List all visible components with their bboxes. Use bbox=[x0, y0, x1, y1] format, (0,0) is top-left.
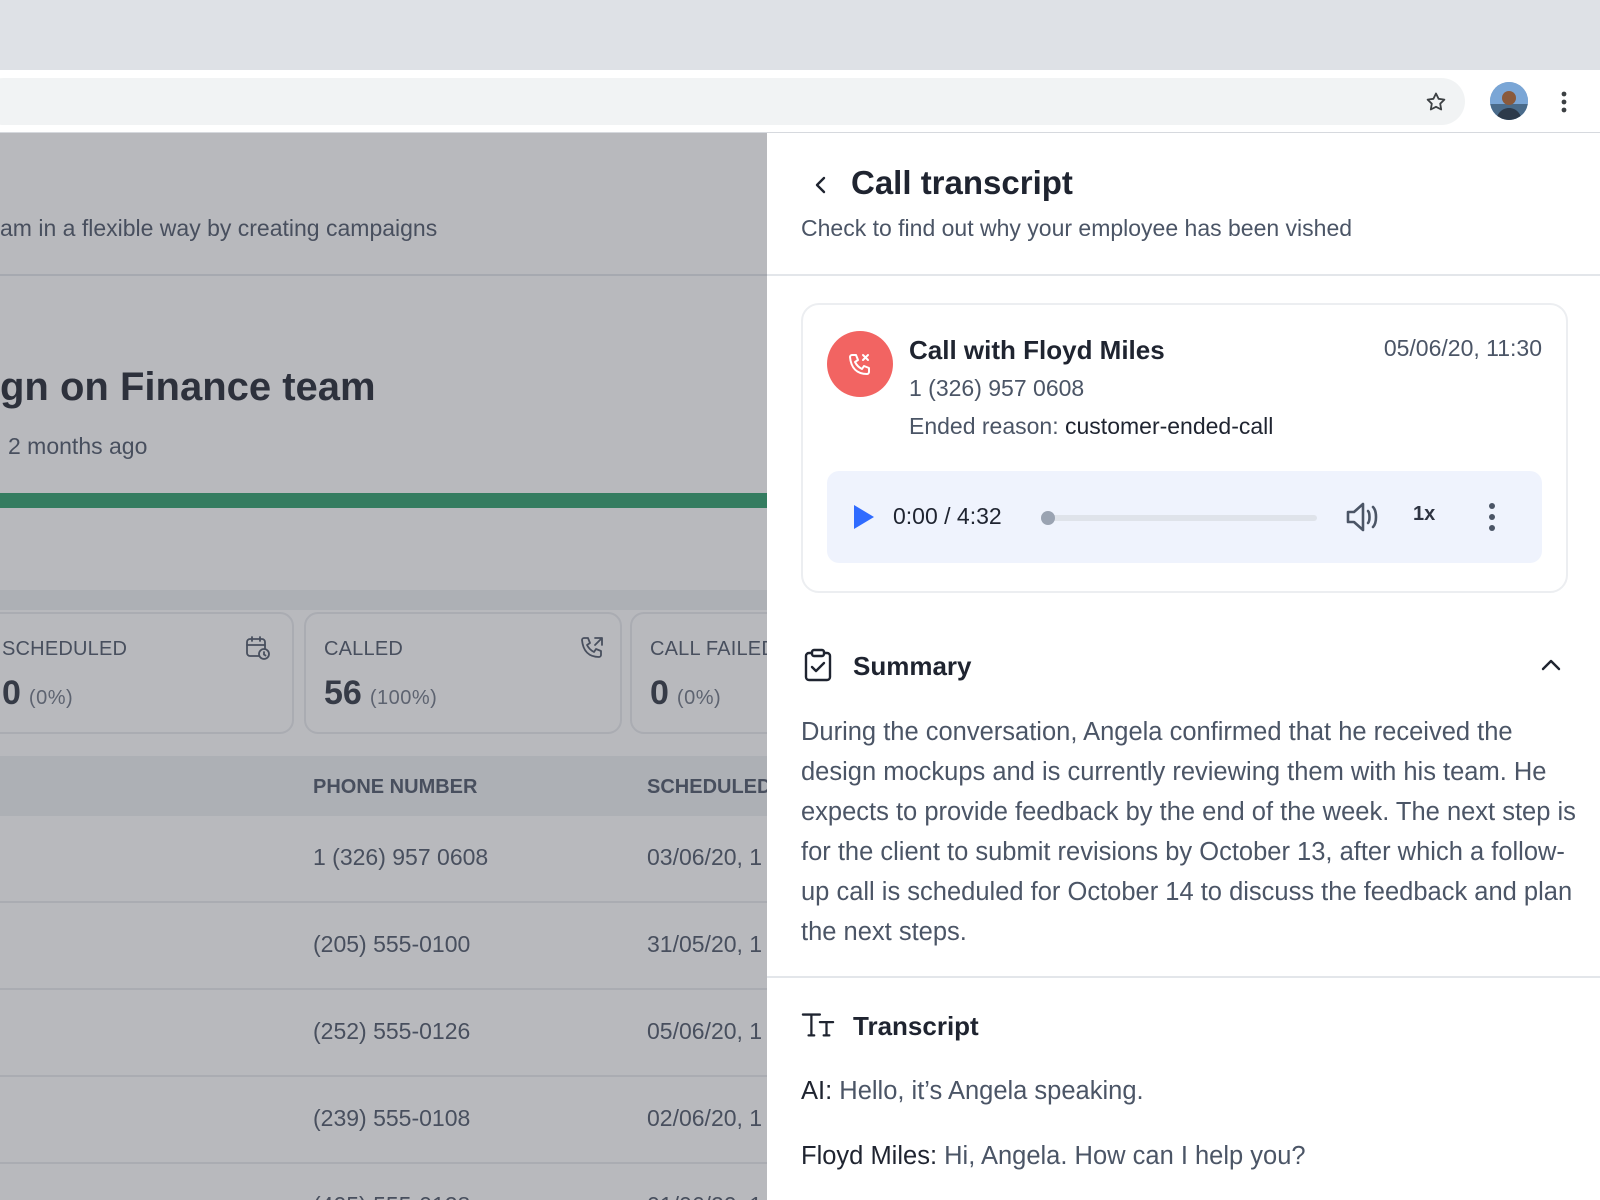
browser-toolbar bbox=[0, 70, 1600, 133]
call-ended-reason: Ended reason: customer-ended-call bbox=[909, 413, 1274, 439]
text-size-icon bbox=[801, 1007, 835, 1041]
drawer-divider bbox=[767, 274, 1600, 276]
speaker-name: Floyd Miles: bbox=[801, 1142, 938, 1170]
volume-icon[interactable] bbox=[1343, 497, 1383, 537]
drawer-title: Call transcript bbox=[851, 164, 1073, 201]
modal-backdrop[interactable] bbox=[0, 133, 767, 1200]
bookmark-star-icon[interactable] bbox=[1420, 86, 1452, 118]
transcript-line: Floyd Miles: Hi, Angela. How can I help … bbox=[801, 1142, 1306, 1171]
back-chevron-icon[interactable] bbox=[805, 169, 837, 201]
clipboard-check-icon bbox=[801, 648, 835, 682]
call-transcript-drawer: Call transcript Check to find out why yo… bbox=[767, 133, 1600, 1200]
summary-text: During the conversation, Angela confirme… bbox=[801, 718, 1576, 946]
section-divider bbox=[767, 976, 1600, 978]
call-datetime: 05/06/20, 11:30 bbox=[1383, 335, 1542, 361]
player-more-icon[interactable] bbox=[1477, 499, 1507, 535]
call-contact-name: Call with Floyd Miles bbox=[909, 335, 1165, 365]
transcript-title: Transcript bbox=[853, 1011, 979, 1041]
browser-menu-icon[interactable] bbox=[1552, 86, 1576, 118]
call-phone-number: 1 (326) 957 0608 bbox=[909, 375, 1085, 401]
drawer-subtitle: Check to find out why your employee has … bbox=[801, 215, 1353, 241]
speaker-name: AI: bbox=[801, 1077, 833, 1105]
profile-avatar[interactable] bbox=[1490, 82, 1528, 120]
playback-speed-button[interactable]: 1x bbox=[1413, 503, 1435, 526]
transcript-line: AI: Hello, it’s Angela speaking. bbox=[801, 1077, 1144, 1106]
address-bar[interactable] bbox=[0, 78, 1465, 125]
call-ended-icon bbox=[827, 331, 893, 397]
summary-title: Summary bbox=[853, 651, 972, 681]
playback-time: 0:00 / 4:32 bbox=[893, 503, 1002, 529]
transcript-text: Hi, Angela. How can I help you? bbox=[944, 1142, 1306, 1170]
call-card: Call with Floyd Miles 05/06/20, 11:30 1 … bbox=[801, 303, 1568, 593]
chevron-up-icon[interactable] bbox=[1535, 649, 1567, 681]
browser-tab-strip bbox=[0, 0, 1600, 70]
play-icon[interactable] bbox=[847, 501, 879, 533]
ended-reason-value: customer-ended-call bbox=[1065, 413, 1274, 439]
seek-bar[interactable] bbox=[1047, 515, 1317, 521]
seek-handle[interactable] bbox=[1041, 511, 1055, 525]
transcript-text: Hello, it’s Angela speaking. bbox=[839, 1077, 1144, 1105]
audio-player: 0:00 / 4:32 1x bbox=[827, 471, 1542, 563]
